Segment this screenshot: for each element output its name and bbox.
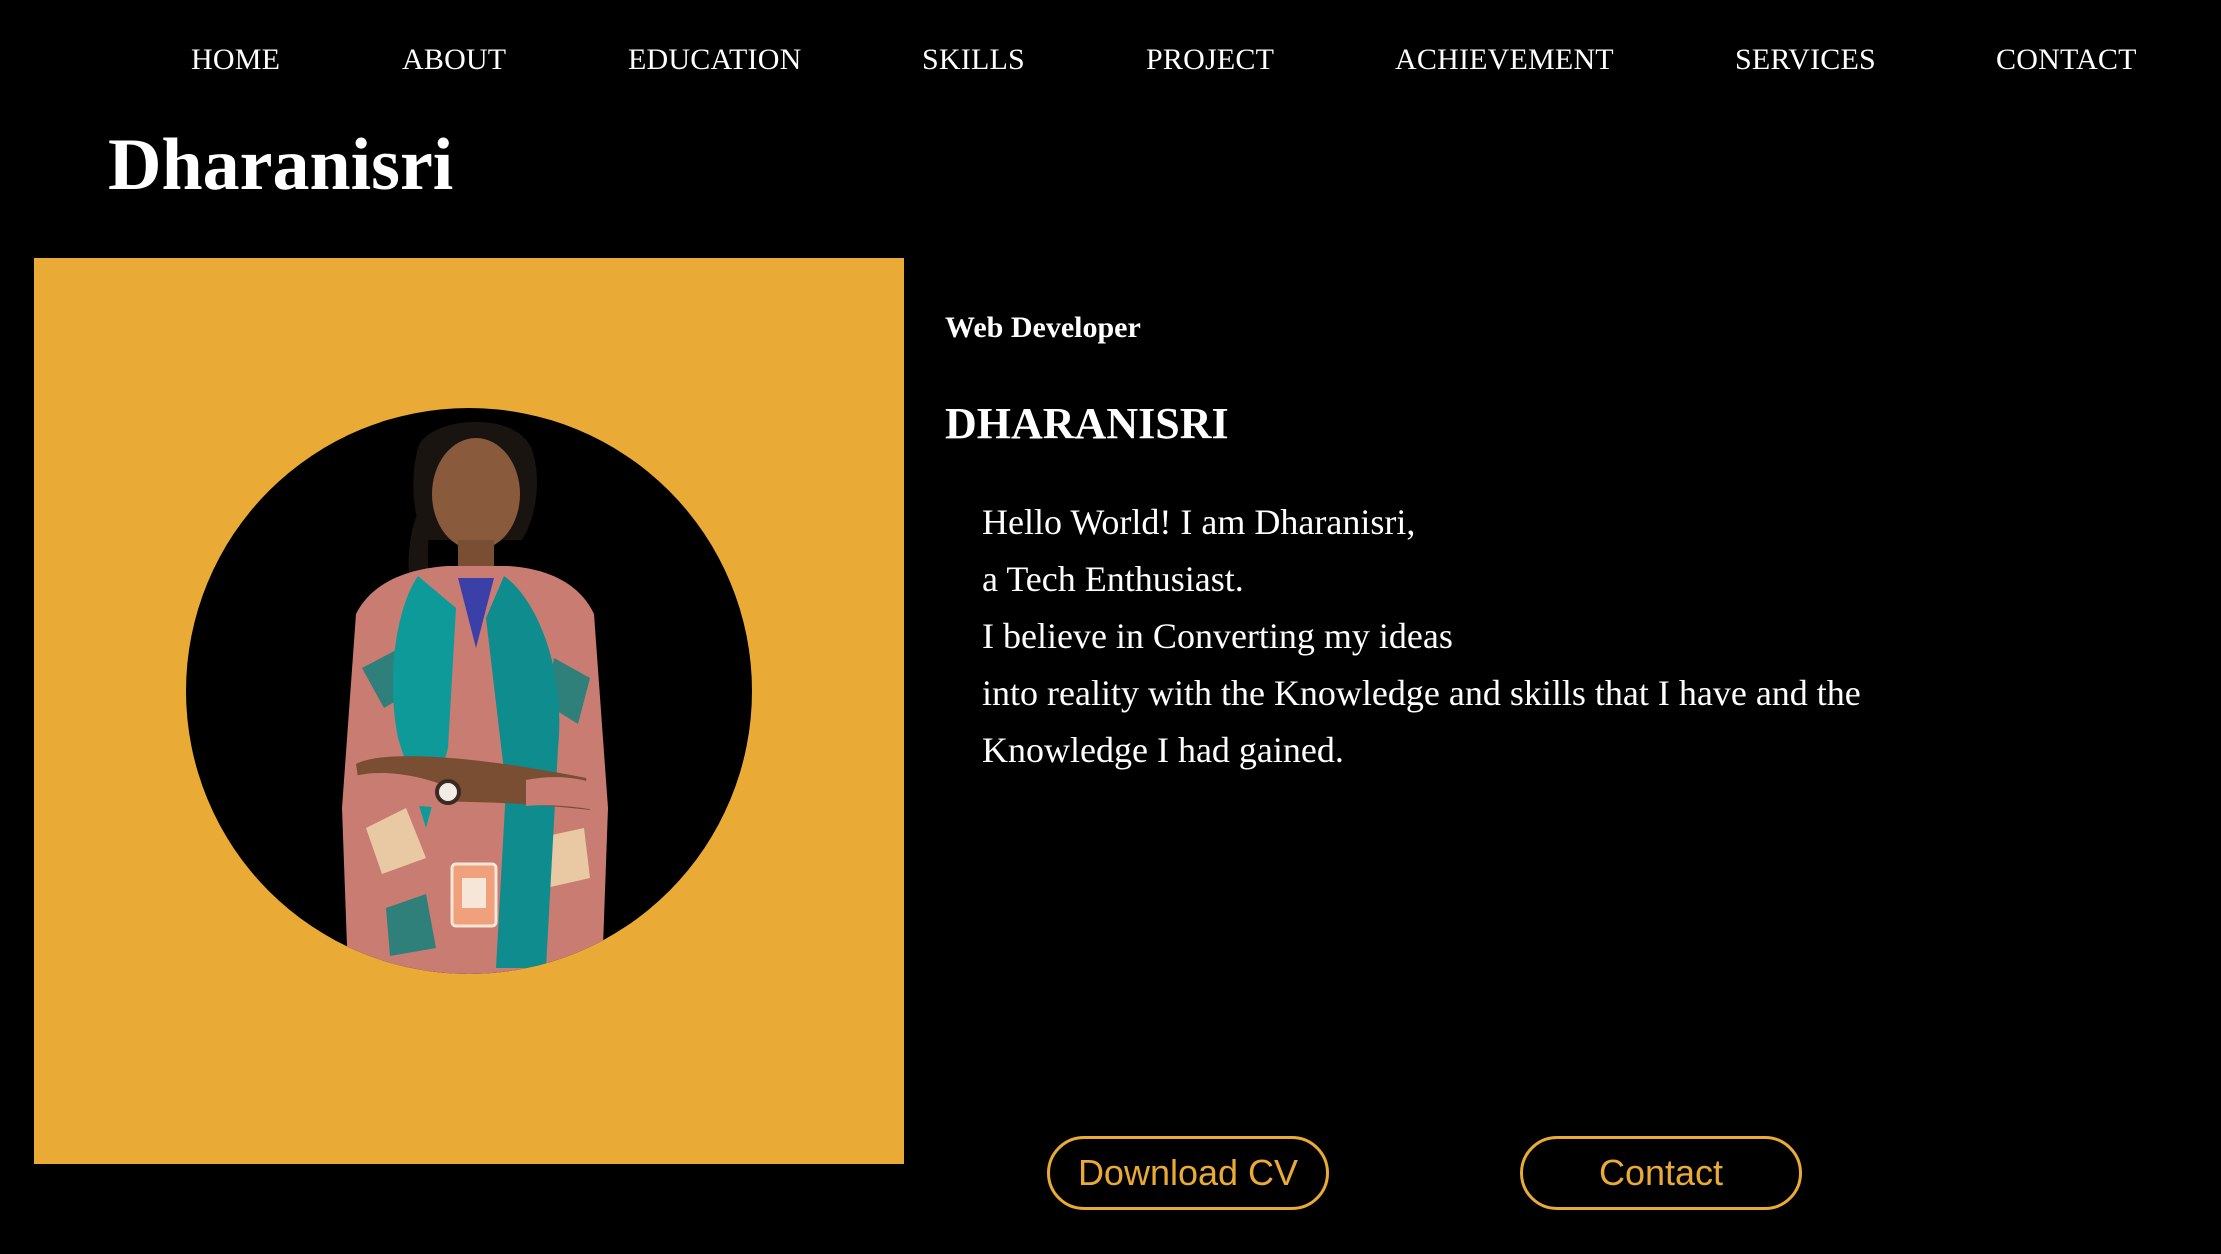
top-nav: HOME ABOUT EDUCATION SKILLS PROJECT ACHI… xyxy=(0,0,2221,120)
portfolio-page: HOME ABOUT EDUCATION SKILLS PROJECT ACHI… xyxy=(0,0,2221,1254)
nav-item-skills[interactable]: SKILLS xyxy=(922,40,1025,80)
nav-item-home[interactable]: HOME xyxy=(191,40,280,80)
brand-name: Dharanisri xyxy=(108,124,454,206)
intro-line: Hello World! I am Dharanisri, xyxy=(982,502,1416,542)
hero-name: DHARANISRI xyxy=(945,399,1229,448)
profile-photo-panel xyxy=(34,258,904,1164)
role-title: Web Developer xyxy=(945,311,1141,344)
intro-line: Knowledge I had gained. xyxy=(982,730,1344,770)
profile-photo xyxy=(186,408,752,974)
nav-item-education[interactable]: EDUCATION xyxy=(628,40,801,80)
intro-line: into reality with the Knowledge and skil… xyxy=(982,673,1861,713)
nav-item-achievement[interactable]: ACHIEVEMENT xyxy=(1395,40,1614,80)
nav-item-services[interactable]: SERVICES xyxy=(1735,40,1876,80)
contact-button[interactable]: Contact xyxy=(1520,1136,1802,1210)
intro-line: a Tech Enthusiast. xyxy=(982,559,1244,599)
profile-photo-illustration xyxy=(342,421,608,974)
nav-item-about[interactable]: ABOUT xyxy=(402,40,506,80)
nav-item-project[interactable]: PROJECT xyxy=(1146,40,1274,80)
intro-text: Hello World! I am Dharanisri, a Tech Ent… xyxy=(982,494,2082,779)
nav-item-contact[interactable]: CONTACT xyxy=(1996,40,2137,80)
download-cv-button[interactable]: Download CV xyxy=(1047,1136,1329,1210)
intro-line: I believe in Converting my ideas xyxy=(982,616,1453,656)
